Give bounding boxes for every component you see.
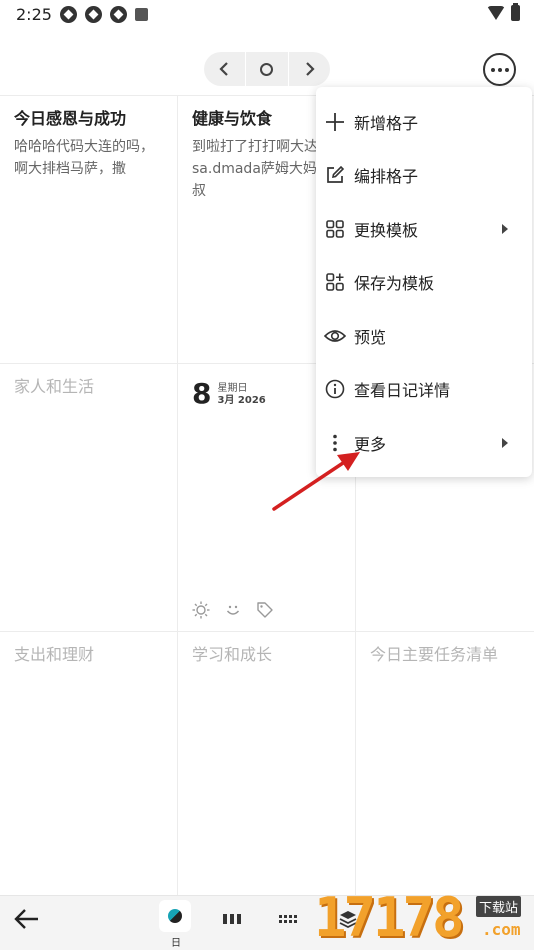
app-notification-icon — [85, 6, 102, 23]
more-vertical-icon — [324, 432, 346, 454]
cell-title: 学习和成长 — [192, 645, 273, 664]
dot-icon — [504, 67, 509, 72]
notification-icons — [60, 6, 148, 23]
edit-icon — [324, 164, 346, 186]
menu-item-more[interactable]: 更多 — [316, 416, 532, 470]
menu-item-add-cell[interactable]: 新增格子 — [316, 95, 532, 149]
grid-cell-family[interactable]: 家人和生活 — [0, 364, 178, 632]
info-icon — [324, 378, 346, 400]
grid-icon — [324, 218, 346, 240]
date-day: 8 — [192, 377, 212, 410]
wifi-icon — [487, 6, 505, 20]
back-button[interactable] — [14, 908, 40, 936]
more-options-button[interactable] — [483, 53, 516, 86]
menu-item-label: 编排格子 — [354, 167, 419, 187]
tag-icon[interactable] — [256, 601, 274, 619]
battery-icon — [511, 3, 520, 21]
month-view-icon — [279, 915, 297, 923]
dot-icon — [490, 67, 495, 72]
grid-add-icon — [324, 271, 346, 293]
menu-item-label: 更换模板 — [354, 220, 419, 240]
day-view-icon — [168, 909, 182, 923]
date-navigator — [204, 52, 330, 86]
date-meta: 星期日 3月 2026 — [217, 383, 265, 407]
options-menu: 新增格子 编排格子 更换模板 保存为模板 预览 查看日记详情 更多 — [316, 87, 532, 477]
menu-item-label: 保存为模板 — [354, 274, 435, 294]
submenu-arrow-icon — [502, 223, 508, 234]
menu-item-save-template[interactable]: 保存为模板 — [316, 256, 532, 310]
menu-item-change-template[interactable]: 更换模板 — [316, 202, 532, 256]
circle-icon — [260, 62, 274, 76]
plus-icon — [324, 111, 346, 133]
cell-body: 哈哈哈代码大连的吗，啊大排档马萨，撒 — [14, 139, 154, 177]
day-view-button[interactable] — [159, 900, 191, 932]
grid-cell-finance[interactable]: 支出和理财 — [0, 632, 178, 896]
cell-title: 今日感恩与成功 — [14, 109, 127, 128]
weather-sun-icon[interactable] — [192, 601, 210, 619]
status-time: 2:25 — [16, 5, 52, 24]
eye-icon — [324, 325, 346, 347]
menu-item-arrange-cells[interactable]: 编排格子 — [316, 149, 532, 203]
status-bar: 2:25 — [0, 0, 534, 30]
cell-title: 今日主要任务清单 — [370, 645, 499, 664]
week-view-icon — [223, 914, 241, 924]
cell-title: 支出和理财 — [14, 645, 95, 664]
month-view-button[interactable] — [279, 912, 299, 930]
month-year: 3月 2026 — [217, 395, 266, 406]
menu-item-diary-details[interactable]: 查看日记详情 — [316, 363, 532, 417]
submenu-arrow-icon — [502, 437, 508, 448]
grid-cell-gratitude[interactable]: 今日感恩与成功 哈哈哈代码大连的吗，啊大排档马萨，撒 — [0, 96, 178, 364]
app-notification-icon — [135, 8, 148, 21]
menu-item-preview[interactable]: 预览 — [316, 309, 532, 363]
cell-title: 家人和生活 — [14, 377, 95, 396]
watermark-number: 17178 — [314, 886, 465, 949]
watermark-badge: 下载站 — [476, 896, 522, 917]
arrow-left-icon — [14, 909, 38, 929]
menu-item-label: 预览 — [354, 327, 387, 347]
previous-day-button[interactable] — [204, 52, 244, 86]
chevron-right-icon — [305, 62, 315, 76]
menu-item-label: 更多 — [354, 434, 387, 454]
day-view-label: 日 — [171, 938, 181, 949]
mood-smile-icon[interactable] — [224, 601, 242, 619]
app-notification-icon — [60, 6, 77, 23]
grid-cell-learning[interactable]: 学习和成长 — [178, 632, 356, 896]
watermark-logo: 17178 下载站 .com — [314, 868, 534, 950]
watermark-domain: .com — [482, 920, 521, 939]
dot-icon — [497, 67, 502, 72]
menu-item-label: 查看日记详情 — [354, 381, 451, 401]
app-notification-icon — [110, 6, 127, 23]
today-button[interactable] — [247, 52, 287, 86]
week-view-button[interactable] — [222, 912, 242, 930]
next-day-button[interactable] — [290, 52, 330, 86]
menu-item-label: 新增格子 — [354, 113, 419, 133]
cell-icons — [192, 601, 274, 619]
chevron-left-icon — [219, 62, 229, 76]
grid-cell-tasks[interactable]: 今日主要任务清单 — [356, 632, 534, 896]
system-icons — [487, 3, 520, 21]
weekday: 星期日 — [217, 383, 248, 394]
